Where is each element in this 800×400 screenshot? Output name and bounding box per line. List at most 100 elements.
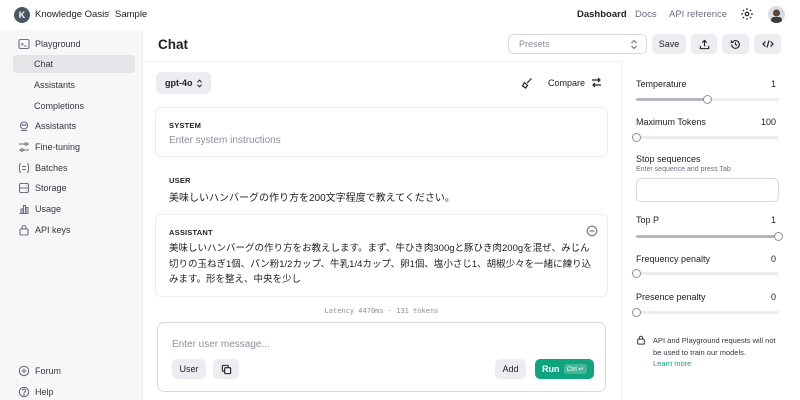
sidebar-item-usage[interactable]: Usage xyxy=(13,200,135,218)
sidebar-item-api-keys[interactable]: API keys xyxy=(13,221,135,239)
remove-message-icon[interactable] xyxy=(586,225,598,237)
system-message-box[interactable]: SYSTEM Enter system instructions xyxy=(155,107,608,157)
fine-tuning-icon xyxy=(19,142,29,152)
clear-icon[interactable] xyxy=(521,77,533,89)
top-p-slider[interactable] xyxy=(636,232,783,241)
max-tokens-value[interactable]: 100 xyxy=(761,117,776,127)
sidebar-item-label: Usage xyxy=(35,204,62,214)
copy-icon xyxy=(221,364,231,374)
user-message-text[interactable]: 美味しいハンバーグの作り方を200文字程度で教えてください。 xyxy=(169,189,455,204)
history-icon xyxy=(730,39,740,49)
system-instructions-input[interactable]: Enter system instructions xyxy=(169,135,281,146)
sidebar-item-label: Completions xyxy=(34,101,85,111)
lock-icon xyxy=(637,335,645,345)
model-name: gpt-4o xyxy=(165,78,193,88)
frequency-penalty-label: Frequency penalty xyxy=(636,254,711,264)
slider-handle[interactable] xyxy=(632,269,641,278)
upload-icon xyxy=(699,39,709,49)
frequency-penalty-slider[interactable] xyxy=(632,269,779,278)
sidebar-item-fine-tuning[interactable]: Fine-tuning xyxy=(13,138,135,156)
temperature-value[interactable]: 1 xyxy=(771,79,776,89)
assistant-message-text[interactable]: 美味しいハンバーグの作り方をお教えします。まず、牛ひき肉300gと豚ひき肉200… xyxy=(169,241,597,288)
learn-more-link[interactable]: Learn more xyxy=(653,358,783,370)
stop-sequences-input[interactable] xyxy=(636,178,779,202)
nav-docs[interactable]: Docs xyxy=(635,9,657,20)
header-divider xyxy=(143,61,621,62)
run-shortcut: Ctrl ↵ xyxy=(563,364,587,374)
sidebar-item-forum[interactable]: Forum xyxy=(13,362,135,380)
code-icon xyxy=(761,40,774,48)
assistant-message[interactable]: ASSISTANT 美味しいハンバーグの作り方をお教えします。まず、牛ひき肉30… xyxy=(155,214,608,297)
attach-button[interactable] xyxy=(213,359,239,379)
sidebar-item-assistants[interactable]: Assistants xyxy=(13,117,135,135)
help-icon xyxy=(18,386,30,398)
run-label: Run xyxy=(542,364,560,374)
sidebar-item-label: Fine-tuning xyxy=(35,142,81,152)
sidebar-item-playground[interactable]: Playground xyxy=(13,35,135,53)
presets-select[interactable]: Presets xyxy=(508,34,647,54)
chevron-updown-icon xyxy=(196,79,202,87)
slider-handle[interactable] xyxy=(632,133,641,142)
temperature-slider[interactable] xyxy=(636,95,779,104)
role-toggle-button[interactable]: User xyxy=(172,359,206,379)
sidebar-item-label: Help xyxy=(35,387,54,397)
add-button[interactable]: Add xyxy=(495,359,526,379)
sidebar-item-label: Storage xyxy=(35,183,67,193)
user-role-label: USER xyxy=(169,176,191,185)
frequency-penalty-value[interactable]: 0 xyxy=(771,254,776,264)
presets-placeholder: Presets xyxy=(519,39,550,49)
nav-api-reference[interactable]: API reference xyxy=(669,9,727,20)
view-code-button[interactable] xyxy=(754,34,781,54)
sidebar-item-assistants-playground[interactable]: Assistants xyxy=(13,76,135,94)
chevron-updown-icon xyxy=(631,39,637,50)
slider-handle[interactable] xyxy=(632,308,641,317)
sidebar-item-label: Assistants xyxy=(34,80,76,90)
sidebar-item-completions[interactable]: Completions xyxy=(13,97,135,115)
sidebar-item-label: Forum xyxy=(35,366,62,376)
model-select[interactable]: gpt-4o xyxy=(156,72,211,94)
user-message-input[interactable]: Enter user message... xyxy=(172,339,270,350)
sidebar-item-storage[interactable]: Storage xyxy=(13,179,135,197)
storage-icon xyxy=(18,182,30,194)
save-button[interactable]: Save xyxy=(652,34,686,54)
max-tokens-slider[interactable] xyxy=(632,133,779,142)
system-role-label: SYSTEM xyxy=(169,121,202,130)
top-p-label: Top P xyxy=(636,215,660,225)
run-button[interactable]: Run Ctrl ↵ xyxy=(535,359,594,379)
presence-penalty-slider[interactable] xyxy=(632,308,779,317)
nav-dashboard[interactable]: Dashboard xyxy=(577,9,627,20)
batches-icon xyxy=(18,162,30,174)
latency-info: Latency 4470ms · 131 tokens xyxy=(324,307,439,315)
stop-sequences-hint: Enter sequence and press Tab xyxy=(636,166,731,173)
gear-icon[interactable] xyxy=(740,7,754,21)
sidebar-item-help[interactable]: Help xyxy=(13,383,135,400)
sidebar-item-chat[interactable]: Chat xyxy=(13,55,135,73)
presence-penalty-label: Presence penalty xyxy=(636,292,706,302)
user-message[interactable]: USER 美味しいハンバーグの作り方を200文字程度で教えてください。 xyxy=(155,168,608,204)
history-button[interactable] xyxy=(722,34,749,54)
breadcrumb-project[interactable]: Sample xyxy=(115,9,147,20)
page-title: Chat xyxy=(158,37,188,52)
privacy-notice-text: API and Playground requests will not be … xyxy=(653,336,776,357)
stop-sequences-label: Stop sequences xyxy=(636,154,701,164)
sidebar-item-batches[interactable]: Batches xyxy=(13,159,135,177)
slider-handle[interactable] xyxy=(774,232,783,241)
message-composer[interactable]: Enter user message... User Add Run Ctrl … xyxy=(157,322,606,392)
sidebar-item-label: Chat xyxy=(34,59,54,69)
org-avatar[interactable]: K xyxy=(14,7,30,23)
presence-penalty-value[interactable]: 0 xyxy=(771,292,776,302)
top-bar: K Knowledge Oasis / Sample Dashboard Doc… xyxy=(0,0,800,30)
top-p-value[interactable]: 1 xyxy=(771,215,776,225)
forum-icon xyxy=(18,365,30,377)
assistants-icon xyxy=(19,121,29,132)
slider-handle[interactable] xyxy=(703,95,712,104)
compare-button[interactable]: Compare xyxy=(548,78,585,88)
share-button[interactable] xyxy=(691,34,717,54)
compare-icon[interactable] xyxy=(590,76,603,89)
temperature-label: Temperature xyxy=(636,79,687,89)
sidebar-item-label: API keys xyxy=(35,225,71,235)
user-avatar[interactable] xyxy=(768,6,785,23)
max-tokens-label: Maximum Tokens xyxy=(636,117,706,127)
usage-icon xyxy=(19,204,29,215)
breadcrumb-org[interactable]: Knowledge Oasis xyxy=(35,9,109,20)
